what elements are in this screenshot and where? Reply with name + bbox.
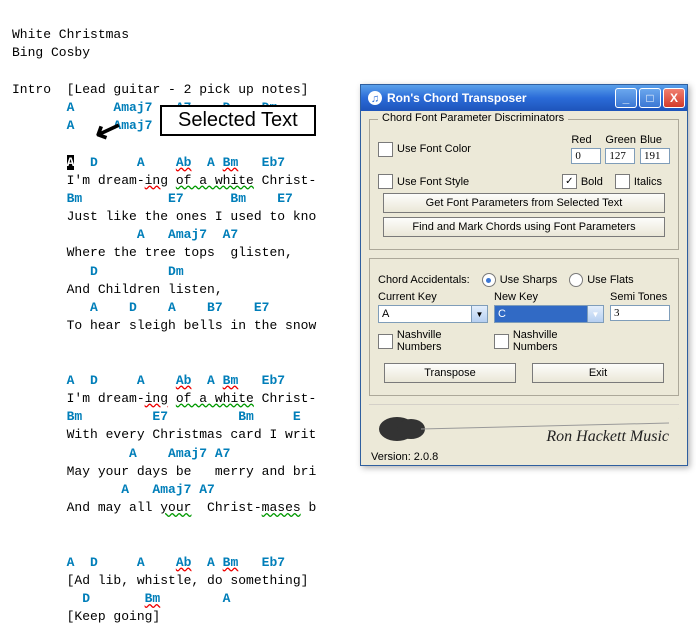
lyric-line: [Keep going] [67, 609, 161, 624]
nashville-numbers-checkbox-1[interactable] [378, 334, 393, 349]
green-label: Green [605, 134, 636, 146]
use-flats-label: Use Flats [587, 274, 633, 286]
current-key-label: Current Key [378, 291, 488, 303]
lyric-line: I'm dream-ing of a white Christ- [67, 173, 317, 188]
chord-line: Bm E7 Bm E7 [67, 191, 293, 206]
nashville-label-2: Nashville Numbers [513, 329, 604, 353]
minimize-button[interactable]: _ [615, 88, 637, 108]
red-label: Red [571, 134, 601, 146]
chord-line: A D A Ab A Bm Eb7 [67, 373, 285, 388]
chord-line: A Amaj7 A7 [67, 482, 215, 497]
use-sharps-label: Use Sharps [500, 274, 557, 286]
accidentals-label: Chord Accidentals: [378, 274, 470, 286]
bold-checkbox[interactable] [562, 174, 577, 189]
svg-text:♫: ♫ [677, 406, 679, 422]
green-input[interactable] [605, 148, 635, 164]
use-flats-radio[interactable] [569, 273, 583, 287]
find-mark-chords-button[interactable]: Find and Mark Chords using Font Paramete… [383, 217, 665, 237]
use-sharps-radio[interactable] [482, 273, 496, 287]
lyric-line: Just like the ones I used to kno [67, 209, 317, 224]
song-artist: Bing Cosby [12, 45, 90, 60]
transpose-button[interactable]: Transpose [384, 363, 516, 383]
close-button[interactable]: X [663, 88, 685, 108]
transposer-window: ♫ Ron's Chord Transposer _ □ X Chord Fon… [360, 84, 688, 466]
guitar-icon: Ron Hackett Music ♫ [369, 405, 679, 447]
brand-area: Ron Hackett Music ♫ [369, 404, 679, 447]
window-title: Ron's Chord Transposer [387, 91, 613, 105]
chord-line: D A Ab A Bm Eb7 [74, 155, 285, 170]
lyric-line: [Ad lib, whistle, do something] [67, 573, 309, 588]
italics-checkbox[interactable] [615, 174, 630, 189]
svg-text:♫: ♫ [371, 93, 379, 105]
intro-note: [Lead guitar - 2 pick up notes] [67, 82, 309, 97]
new-key-label: New Key [494, 291, 604, 303]
transpose-group: Chord Accidentals: Use Sharps Use Flats … [369, 258, 679, 396]
semitones-input[interactable] [610, 305, 670, 321]
nashville-label-1: Nashville Numbers [397, 329, 488, 353]
chord-line: A D A Ab A Bm Eb7 [67, 555, 285, 570]
titlebar[interactable]: ♫ Ron's Chord Transposer _ □ X [361, 85, 687, 111]
chord-line: A D A B7 E7 [67, 300, 270, 315]
chord-line: Bm E7 Bm E [67, 409, 301, 424]
blue-input[interactable] [640, 148, 670, 164]
lyric-line: And may all your Christ-mases b [67, 500, 317, 515]
chord-line: D Dm [67, 264, 184, 279]
blue-label: Blue [640, 134, 670, 146]
semitones-label: Semi Tones [610, 291, 670, 303]
intro-label: Intro [12, 82, 51, 97]
nashville-numbers-checkbox-2[interactable] [494, 334, 509, 349]
lyric-line: With every Christmas card I writ [67, 427, 317, 442]
chevron-down-icon: ▼ [587, 306, 603, 322]
bold-label: Bold [581, 176, 603, 188]
use-font-color-checkbox[interactable] [378, 142, 393, 157]
chevron-down-icon: ▼ [471, 306, 487, 322]
maximize-button[interactable]: □ [639, 88, 661, 108]
exit-button[interactable]: Exit [532, 363, 664, 383]
lyric-line: And Children listen, [67, 282, 223, 297]
new-key-select[interactable]: C▼ [494, 305, 604, 323]
font-parameters-group: Chord Font Parameter Discriminators Use … [369, 119, 679, 250]
current-key-select[interactable]: A▼ [378, 305, 488, 323]
chord-line: A Amaj7 A7 [67, 227, 239, 242]
use-font-style-checkbox[interactable] [378, 174, 393, 189]
use-font-style-label: Use Font Style [397, 176, 469, 188]
lyric-line: Where the tree tops glisten, [67, 245, 293, 260]
lyric-line: May your days be merry and bri [67, 464, 317, 479]
use-font-color-label: Use Font Color [397, 143, 471, 155]
chord-line: A Amaj7 A7 [67, 446, 231, 461]
get-font-params-button[interactable]: Get Font Parameters from Selected Text [383, 193, 665, 213]
svg-text:Ron Hackett Music: Ron Hackett Music [545, 428, 669, 445]
italics-label: Italics [634, 176, 662, 188]
lyric-line: I'm dream-ing of a white Christ- [67, 391, 317, 406]
callout-label: Selected Text [160, 105, 316, 136]
chord-line: D Bm A [67, 591, 231, 606]
red-input[interactable] [571, 148, 601, 164]
app-icon: ♫ [367, 90, 383, 106]
group-title: Chord Font Parameter Discriminators [378, 112, 568, 124]
song-title: White Christmas [12, 27, 129, 42]
lyric-line: To hear sleigh bells in the snow [67, 318, 317, 333]
version-label: Version: 2.0.8 [371, 451, 677, 463]
